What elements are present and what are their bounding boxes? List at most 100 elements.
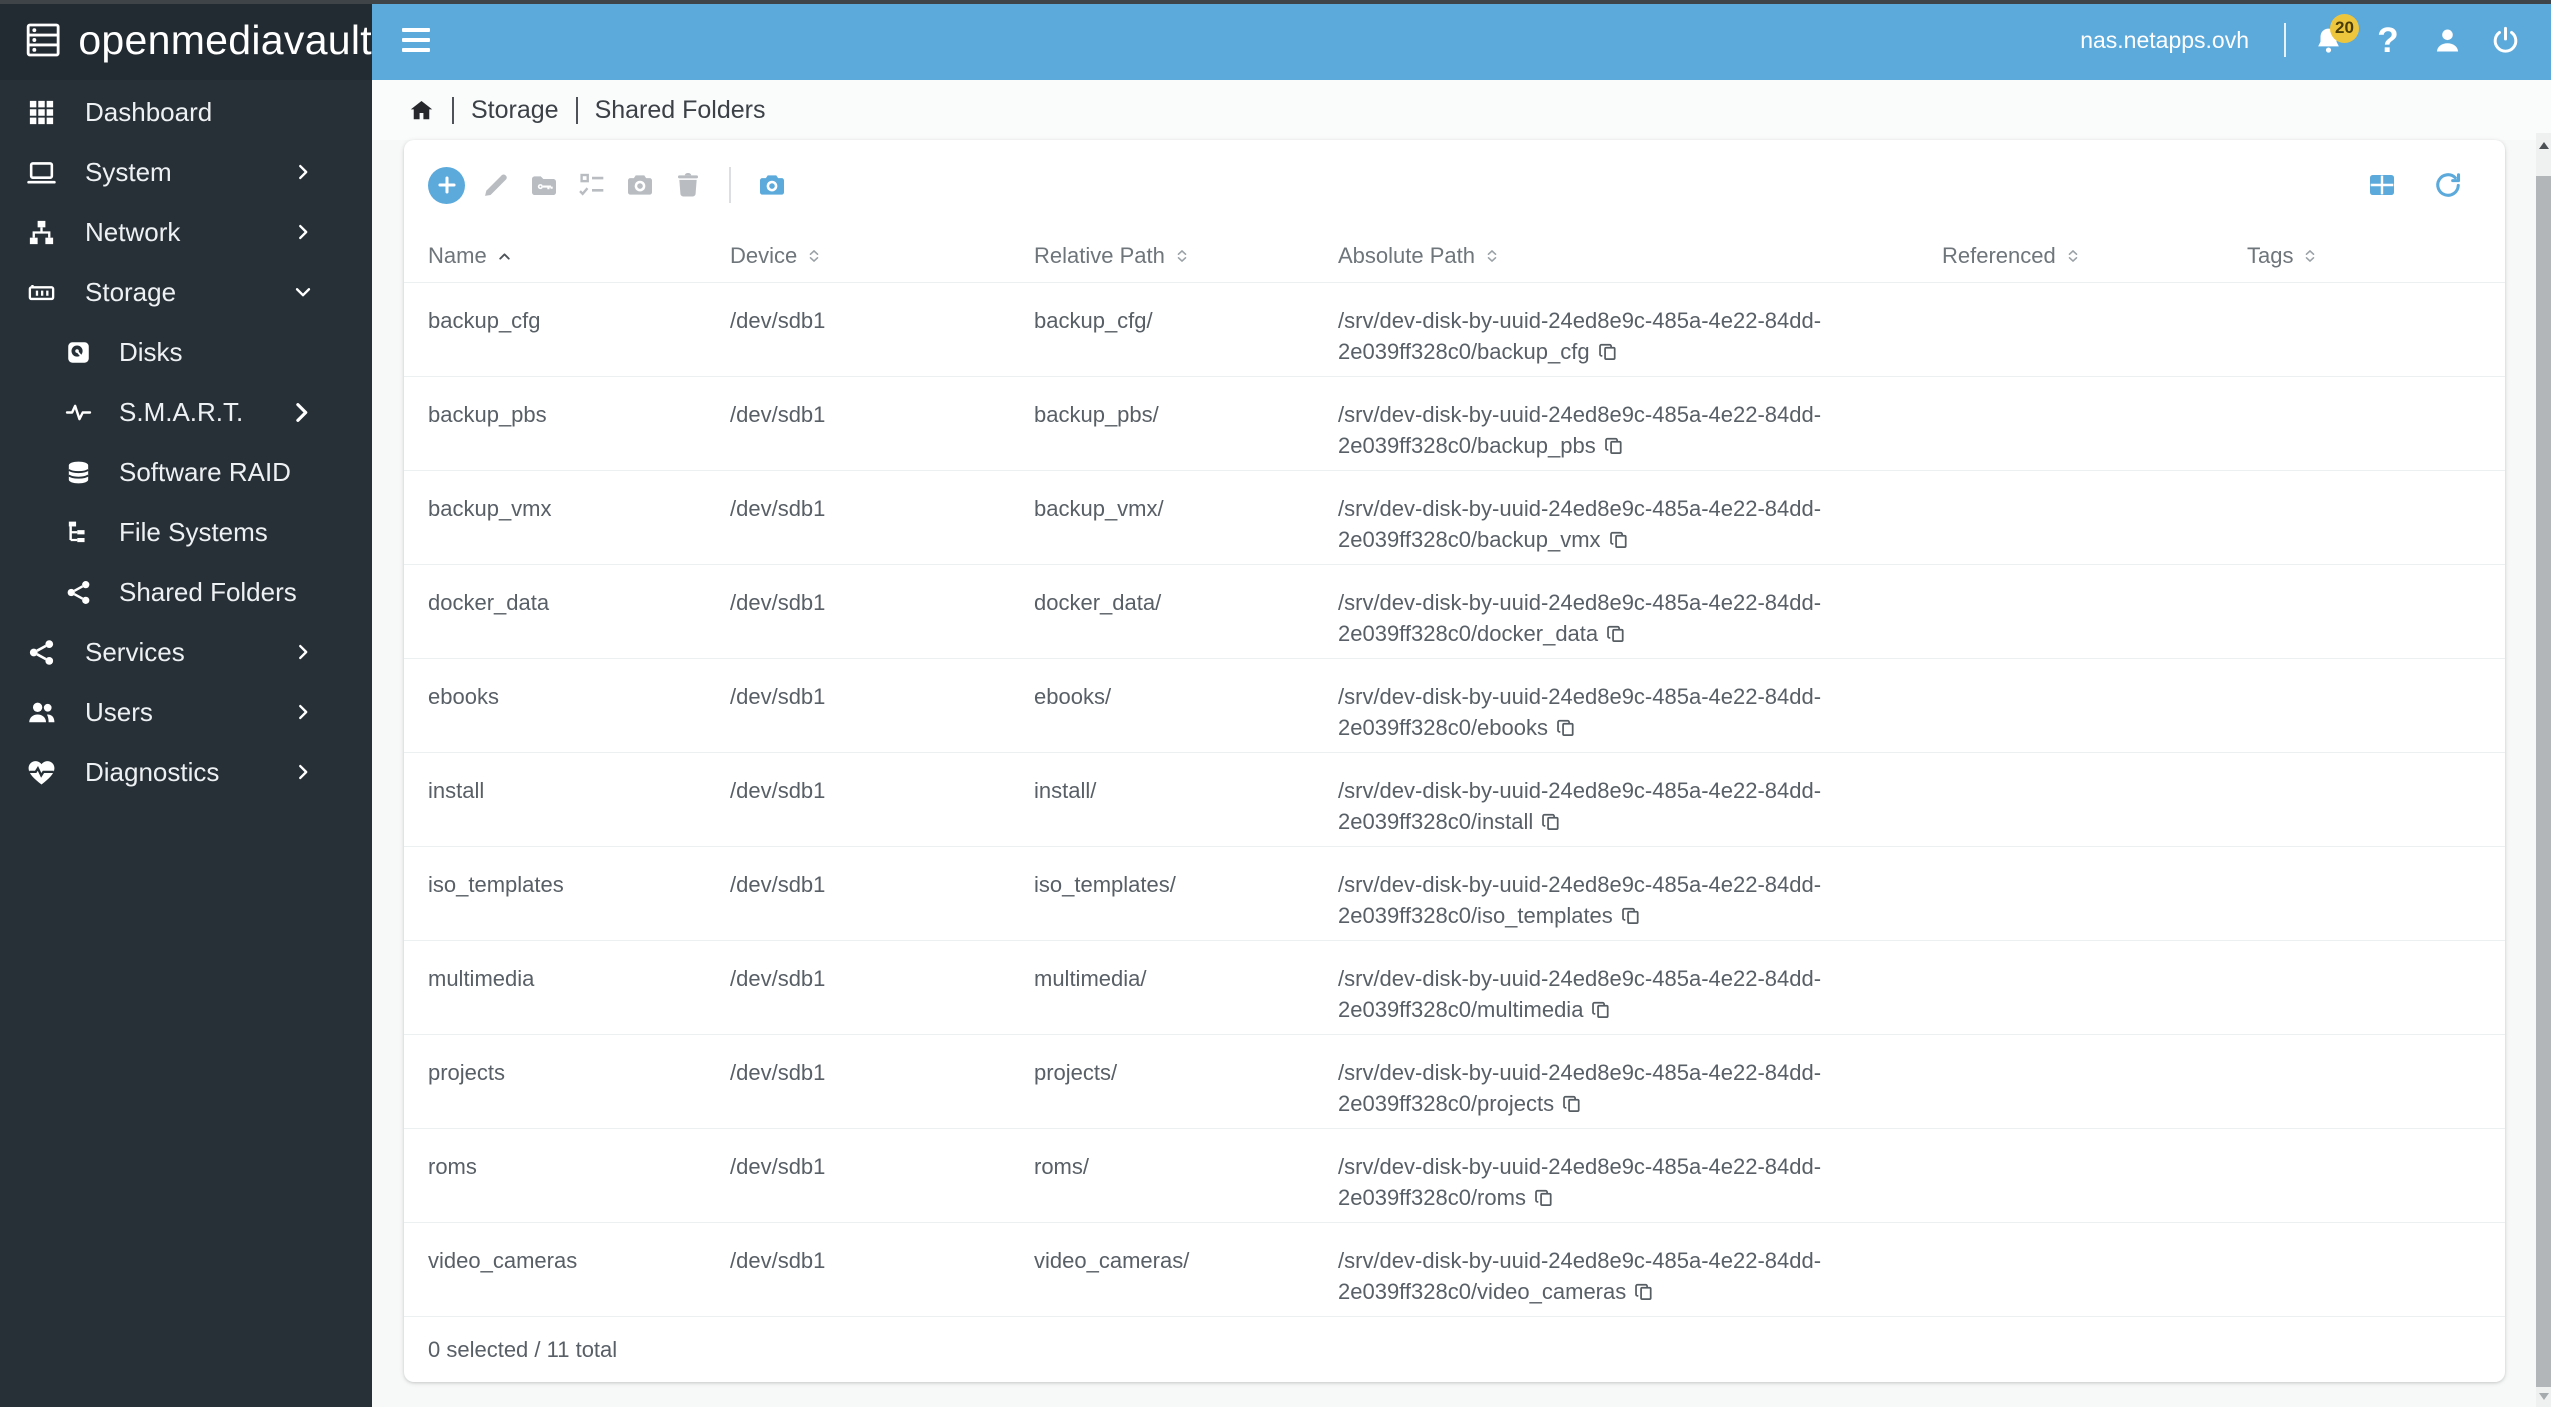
notifications-bell-icon[interactable]: 20 [2313, 13, 2359, 56]
table-body: backup_cfg/dev/sdb1 backup_cfg/ /srv/dev-d… [404, 282, 2505, 1316]
cell-device: /dev/sdb1 [730, 684, 826, 709]
shared-folders-panel: Name Device Relative Path Absolute Path Refe… [404, 140, 2505, 1382]
table-row[interactable]: roms/dev/sdb1 roms/ /srv/dev-disk-by-uuid-… [404, 1128, 2505, 1222]
users-icon [26, 697, 57, 728]
help-icon[interactable]: ? [2371, 23, 2405, 58]
table-row[interactable]: backup_pbs/dev/sdb1 backup_pbs/ /srv/dev-d… [404, 376, 2505, 470]
absolute-path-text: /srv/dev-disk-by-uuid-24ed8e9c-485a-4e22… [1338, 684, 1822, 740]
sidebar-item-network[interactable]: Network [0, 202, 372, 262]
dashboard-icon [26, 97, 57, 128]
sidebar-item-software-raid[interactable]: Software RAID [0, 442, 372, 502]
column-header-absolute-path[interactable]: Absolute Path [1338, 243, 1942, 269]
cell-device: /dev/sdb1 [730, 1154, 826, 1179]
column-header-relative-path[interactable]: Relative Path [1034, 243, 1338, 269]
sidebar-item-file-systems[interactable]: File Systems [0, 502, 372, 562]
system-icon [26, 157, 57, 188]
access-control-button[interactable] [575, 168, 609, 202]
column-header-tags[interactable]: Tags [2247, 243, 2505, 269]
cell-name: docker_data [428, 590, 550, 615]
table-row[interactable]: install/dev/sdb1 install/ /srv/dev-disk-by… [404, 752, 2505, 846]
checklist-icon [576, 169, 608, 201]
table-row[interactable]: multimedia/dev/sdb1 multimedia/ /srv/dev-d… [404, 940, 2505, 1034]
sidebar-item-users[interactable]: Users [0, 682, 372, 742]
scroll-up-arrow[interactable] [2538, 142, 2549, 149]
copy-to-clipboard-icon[interactable] [1555, 716, 1577, 738]
copy-to-clipboard-icon[interactable] [1633, 1280, 1655, 1302]
snapshot-button[interactable] [623, 168, 657, 202]
edit-button[interactable] [479, 168, 513, 202]
scrollbar-thumb[interactable] [2536, 176, 2551, 1387]
sidebar-nav: Dashboard System Network Storage Disks S.M.A.… [0, 80, 372, 802]
column-header-name[interactable]: Name [428, 243, 730, 269]
table-row[interactable]: ebooks/dev/sdb1 ebooks/ /srv/dev-disk-by-u… [404, 658, 2505, 752]
copy-to-clipboard-icon[interactable] [1620, 904, 1642, 926]
absolute-path-text: /srv/dev-disk-by-uuid-24ed8e9c-485a-4e22… [1338, 1248, 1822, 1304]
copy-to-clipboard-icon[interactable] [1561, 1092, 1583, 1114]
table-footer: 0 selected / 11 total [404, 1316, 2505, 1382]
cell-device: /dev/sdb1 [730, 1248, 826, 1273]
sidebar-item-shared-folders[interactable]: Shared Folders [0, 562, 372, 622]
scroll-down-arrow[interactable] [2538, 1393, 2549, 1400]
table-row[interactable]: backup_cfg/dev/sdb1 backup_cfg/ /srv/dev-d… [404, 282, 2505, 376]
privileges-button[interactable] [527, 168, 561, 202]
cell-name: multimedia [428, 966, 535, 991]
sidebar-item-storage[interactable]: Storage [0, 262, 372, 322]
plus-icon [434, 172, 460, 198]
pencil-icon [480, 169, 512, 201]
copy-to-clipboard-icon[interactable] [1597, 340, 1619, 362]
cell-device: /dev/sdb1 [730, 308, 826, 333]
table-row[interactable]: projects/dev/sdb1 projects/ /srv/dev-disk-… [404, 1034, 2505, 1128]
cell-absolute-path: /srv/dev-disk-by-uuid-24ed8e9c-485a-4e22… [1338, 493, 1922, 555]
table-row[interactable]: docker_data/dev/sdb1 docker_data/ /srv/dev… [404, 564, 2505, 658]
notifications-badge: 20 [2330, 13, 2359, 43]
copy-to-clipboard-icon[interactable] [1603, 434, 1625, 456]
menu-toggle-icon[interactable] [402, 28, 430, 52]
table-row[interactable]: video_cameras/dev/sdb1 video_cameras/ /srv… [404, 1222, 2505, 1316]
snapshots-button[interactable] [755, 168, 789, 202]
power-icon[interactable] [2490, 25, 2521, 56]
cell-name: ebooks [428, 684, 499, 709]
column-header-device[interactable]: Device [730, 243, 1034, 269]
cell-name: iso_templates [428, 872, 564, 897]
chevron-down-icon [292, 281, 314, 303]
cell-device: /dev/sdb1 [730, 1060, 826, 1085]
copy-to-clipboard-icon[interactable] [1533, 1186, 1555, 1208]
hostname: nas.netapps.ovh [2080, 26, 2249, 53]
sort-icon [806, 248, 822, 264]
cell-name: backup_vmx [428, 496, 552, 521]
column-label: Referenced [1942, 243, 2056, 268]
breadcrumb-storage[interactable]: Storage [471, 96, 559, 125]
add-button[interactable] [428, 166, 465, 204]
cell-relative-path: backup_pbs/ [1034, 402, 1159, 427]
copy-to-clipboard-icon[interactable] [1608, 528, 1630, 550]
delete-button[interactable] [671, 168, 705, 202]
column-label: Absolute Path [1338, 243, 1475, 268]
column-label: Name [428, 243, 487, 268]
copy-to-clipboard-icon[interactable] [1605, 622, 1627, 644]
app-title: openmediavault [78, 16, 372, 63]
cell-name: install [428, 778, 485, 803]
cell-name: roms [428, 1154, 477, 1179]
sidebar-item-services[interactable]: Services [0, 622, 372, 682]
sidebar-item-diagnostics[interactable]: Diagnostics [0, 742, 372, 802]
sidebar-item-disks[interactable]: Disks [0, 322, 372, 382]
cell-relative-path: backup_cfg/ [1034, 308, 1153, 333]
sort-icon [2302, 248, 2318, 264]
table-row[interactable]: iso_templates/dev/sdb1 iso_templates/ /srv… [404, 846, 2505, 940]
sidebar-item-s-m-a-r-t[interactable]: S.M.A.R.T. [0, 382, 372, 442]
home-icon[interactable] [408, 97, 435, 124]
openmediavault-logo-icon [22, 14, 64, 66]
cell-relative-path: install/ [1034, 778, 1097, 803]
copy-to-clipboard-icon[interactable] [1590, 998, 1612, 1020]
column-header-referenced[interactable]: Referenced [1942, 243, 2247, 269]
vertical-scrollbar[interactable] [2536, 133, 2551, 1407]
reload-button[interactable] [2431, 168, 2465, 202]
chevron-right-icon [287, 398, 316, 427]
copy-to-clipboard-icon[interactable] [1540, 810, 1562, 832]
sidebar-item-system[interactable]: System [0, 142, 372, 202]
absolute-path-text: /srv/dev-disk-by-uuid-24ed8e9c-485a-4e22… [1338, 966, 1822, 1022]
columns-button[interactable] [2365, 168, 2399, 202]
user-icon[interactable] [2432, 25, 2463, 56]
table-row[interactable]: backup_vmx/dev/sdb1 backup_vmx/ /srv/dev-d… [404, 470, 2505, 564]
sidebar-item-dashboard[interactable]: Dashboard [0, 82, 372, 142]
